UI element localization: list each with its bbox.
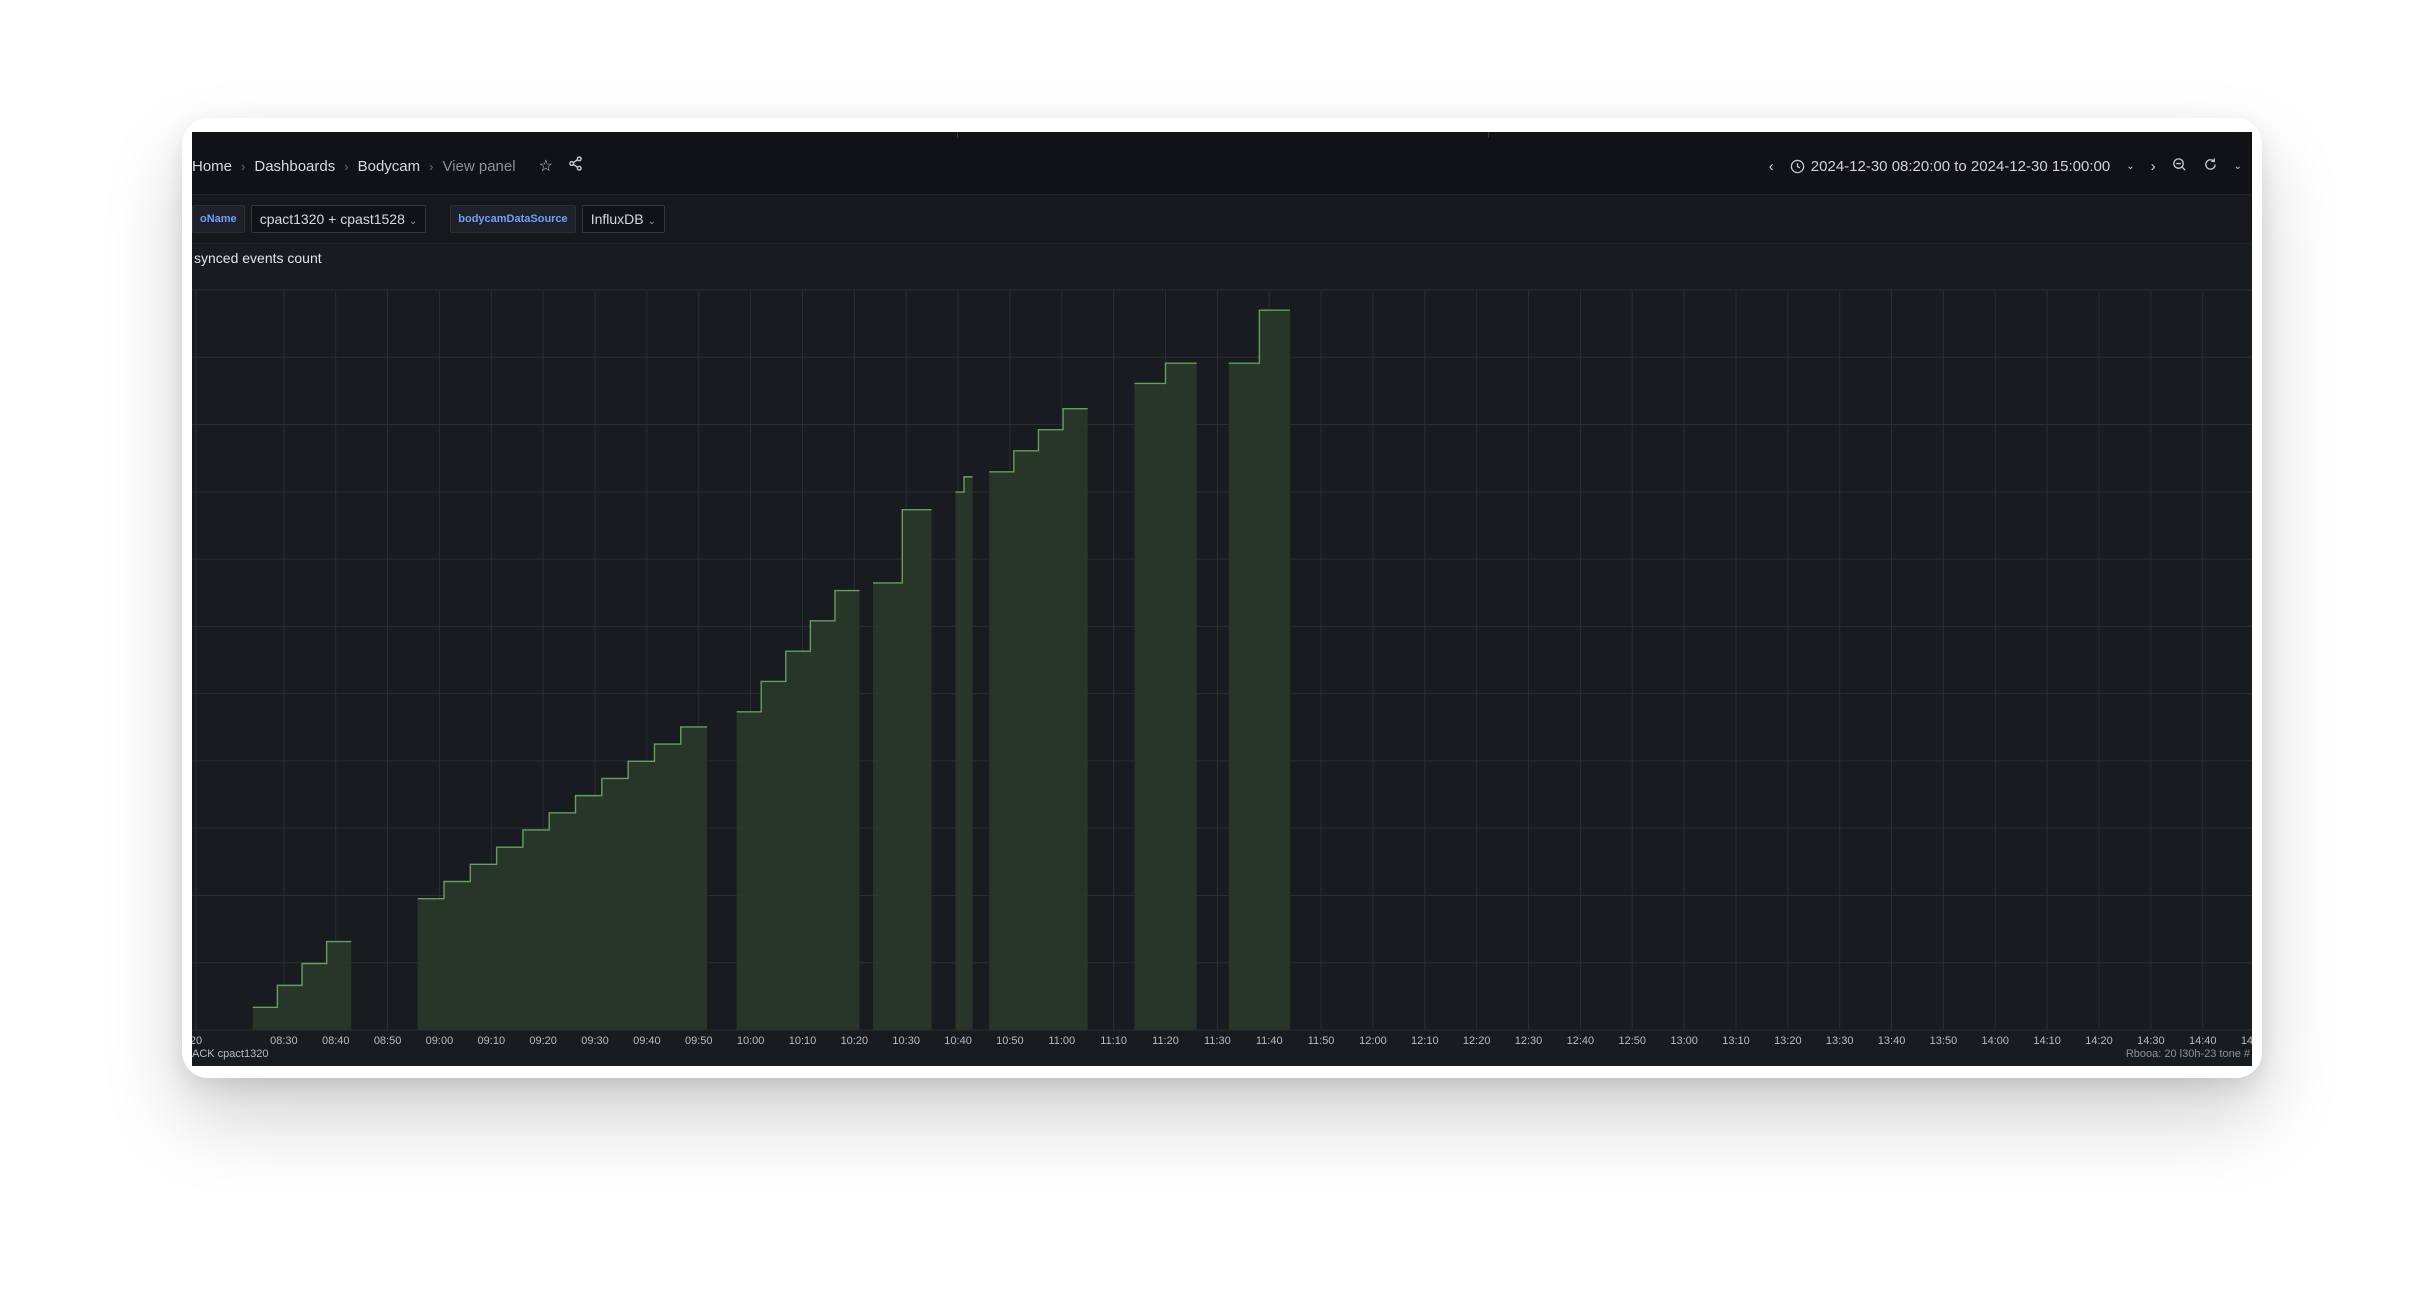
x-tick-label: 14:10 [2033,1035,2061,1047]
panel-footnote: Rbooa: 20 l30h-23 tone # [2125,1048,2250,1060]
x-tick-label: 10:20 [841,1035,869,1047]
x-tick-label: 12:10 [1411,1035,1439,1047]
x-tick-label: 10:00 [737,1035,765,1047]
x-tick-label: 08:30 [270,1035,298,1047]
x-tick-label: 11:30 [1204,1035,1231,1047]
x-tick-label: 13:40 [1878,1035,1906,1047]
x-tick-label: 20 [192,1035,202,1047]
x-tick-label: 10:10 [789,1035,817,1047]
x-tick-label: 14:40 [2189,1035,2217,1047]
series-area [417,726,708,1030]
x-tick-label: 09:50 [685,1035,713,1047]
x-tick-label: 14:50 [2241,1035,2252,1047]
x-tick-label: 09:10 [478,1035,506,1047]
x-tick-label: 12:40 [1567,1035,1595,1047]
time-series-chart[interactable]: 20 08:30 08:40 08:50 09:00 09:10 09:20 09:30 09:… [192,132,2252,1066]
x-tick-label: 11:40 [1256,1035,1283,1047]
series-area [989,408,1088,1031]
x-tick-label: 14:30 [2137,1035,2165,1047]
grafana-view-panel: Home › Dashboards › Bodycam › View panel… [192,132,2252,1066]
series-area [736,590,860,1030]
x-tick-label: 11:00 [1048,1035,1075,1047]
x-tick-label: 13:00 [1670,1035,1698,1047]
x-tick-label: 13:30 [1826,1035,1854,1047]
x-tick-label: 12:30 [1515,1035,1543,1047]
x-tick-label: 12:00 [1359,1035,1387,1047]
x-tick-label: 11:50 [1308,1035,1335,1047]
x-tick-label: 11:20 [1152,1035,1179,1047]
x-tick-label: 13:20 [1774,1035,1802,1047]
x-tick-label: 14:00 [1982,1035,2010,1047]
x-tick-label: 10:30 [892,1035,920,1047]
x-tick-label: 12:20 [1463,1035,1491,1047]
x-tick-label: 13:10 [1722,1035,1750,1047]
x-tick-label: 09:40 [633,1035,661,1047]
x-tick-label: 13:50 [1930,1035,1958,1047]
legend-series[interactable]: ACK cpact1320 [192,1048,268,1060]
x-tick-label: 14:20 [2085,1035,2113,1047]
series-area [1134,363,1197,1030]
x-tick-label: 09:00 [426,1035,454,1047]
x-tick-label: 10:40 [944,1035,972,1047]
x-tick-label: 08:40 [322,1035,350,1047]
x-tick-label: 09:30 [581,1035,609,1047]
x-tick-label: 11:10 [1100,1035,1127,1047]
screenshot-card: Home › Dashboards › Bodycam › View panel… [182,118,2262,1078]
x-tick-label: 10:50 [996,1035,1024,1047]
series-area [1228,310,1290,1030]
x-tick-label: 12:50 [1618,1035,1646,1047]
series-area [955,476,973,1030]
x-tick-label: 08:50 [374,1035,402,1047]
series-area [873,509,932,1031]
x-tick-label: 09:20 [529,1035,557,1047]
